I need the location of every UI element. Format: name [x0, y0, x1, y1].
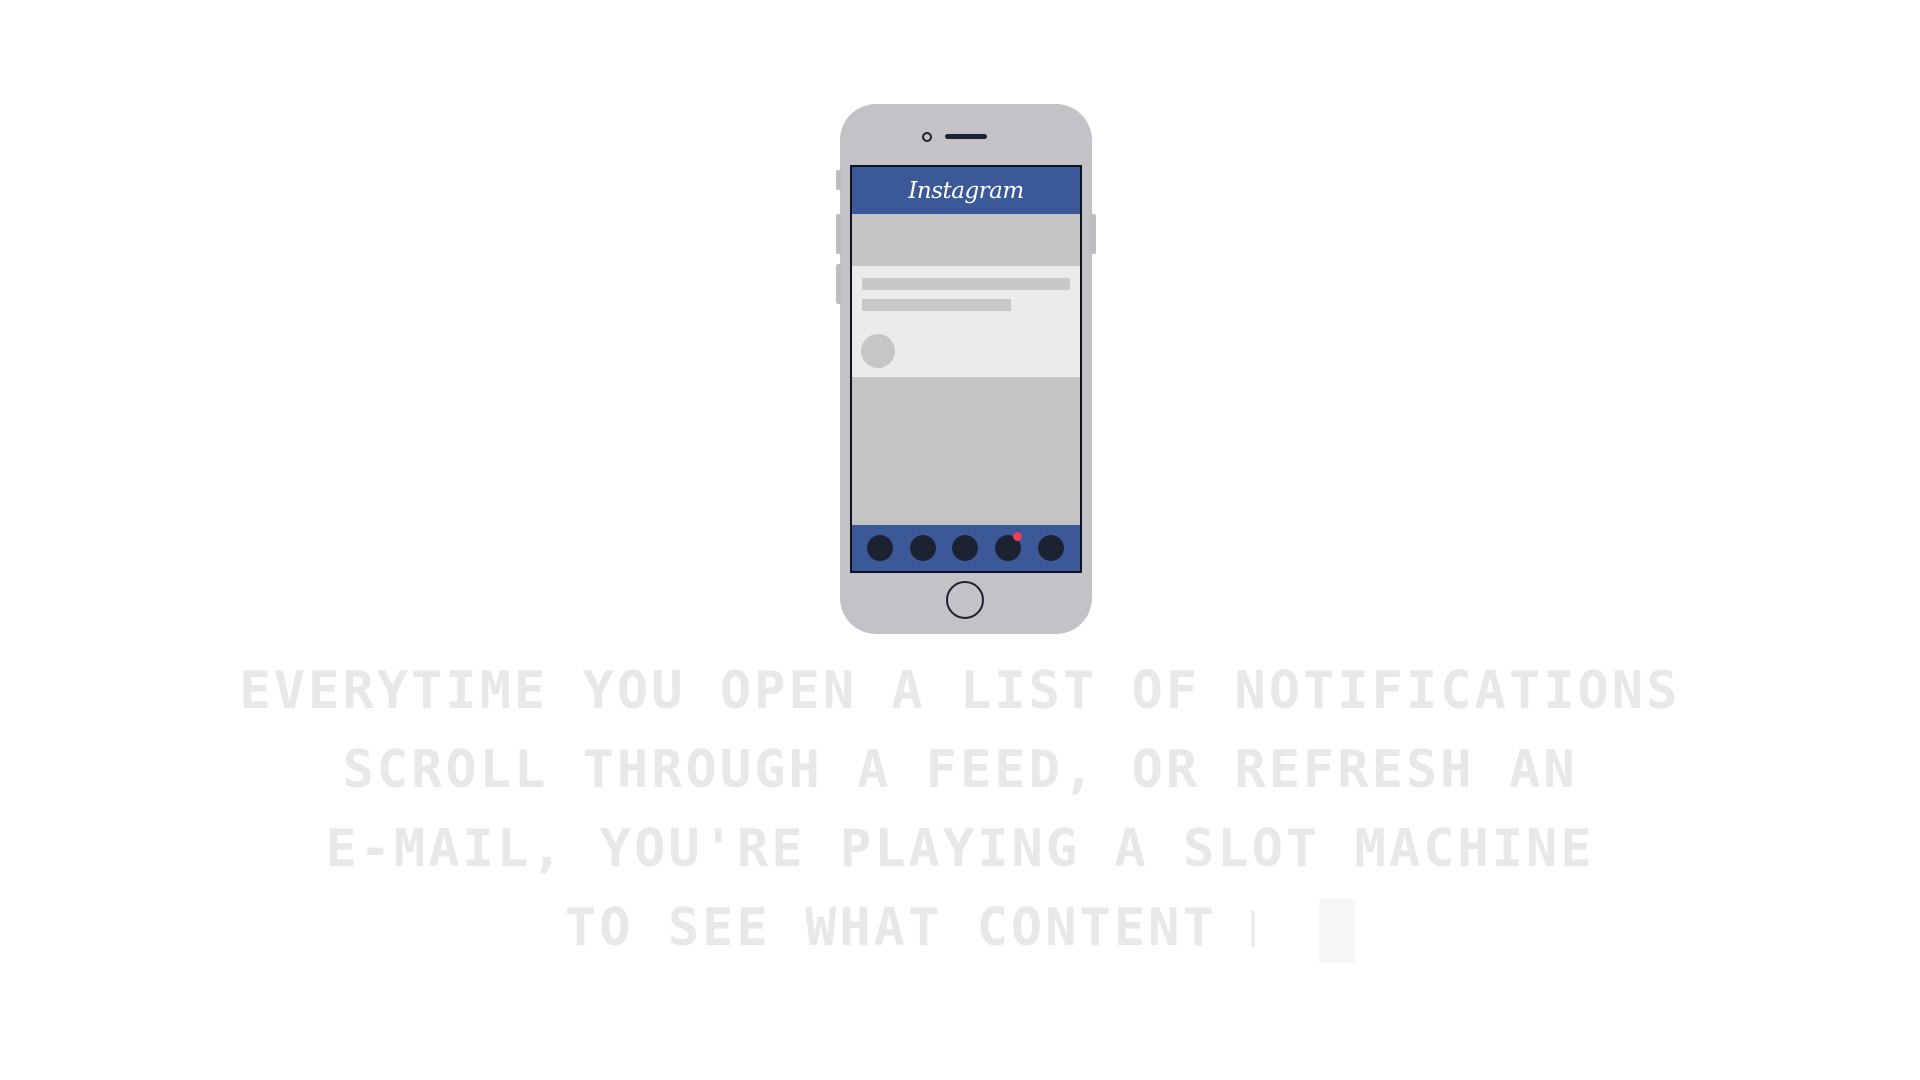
post-card [852, 266, 1080, 377]
earpiece-speaker [945, 134, 987, 139]
feed-image-placeholder [852, 214, 1080, 266]
app-header: Instagram [852, 167, 1080, 214]
tab-icon [1038, 535, 1064, 561]
post-text-placeholder [862, 299, 1011, 311]
avatar [861, 334, 895, 368]
power-button [1090, 214, 1096, 254]
caption-text: EVERYTIME YOU OPEN A LIST OF NOTIFICATIO… [0, 652, 1920, 968]
tab-bar [852, 525, 1080, 571]
typing-cursor [1251, 899, 1356, 963]
front-camera-icon [922, 132, 932, 142]
feed-image-placeholder [852, 377, 1080, 525]
volume-down-button [836, 264, 842, 304]
caption-line: EVERYTIME YOU OPEN A LIST OF NOTIFICATIO… [239, 661, 1681, 721]
notification-badge-icon [1013, 532, 1022, 541]
text-cursor-bar [1251, 911, 1256, 947]
smartphone-illustration: Instagram [836, 104, 1096, 634]
tab-icon [910, 535, 936, 561]
caption-line-last: TO SEE WHAT CONTENT [0, 889, 1920, 968]
post-text-placeholder [862, 278, 1070, 290]
volume-up-button [836, 214, 842, 254]
caption-line: E-MAIL, YOU'RE PLAYING A SLOT MACHINE [325, 819, 1595, 879]
tab-icon [867, 535, 893, 561]
phone-screen: Instagram [850, 165, 1082, 573]
tab-icon [952, 535, 978, 561]
caption-line-text: TO SEE WHAT CONTENT [564, 898, 1217, 958]
app-logo: Instagram [908, 177, 1024, 204]
text-cursor-block [1319, 899, 1356, 963]
mute-switch [836, 170, 842, 190]
home-button [946, 581, 984, 619]
caption-line: SCROLL THROUGH A FEED, OR REFRESH AN [342, 740, 1578, 800]
